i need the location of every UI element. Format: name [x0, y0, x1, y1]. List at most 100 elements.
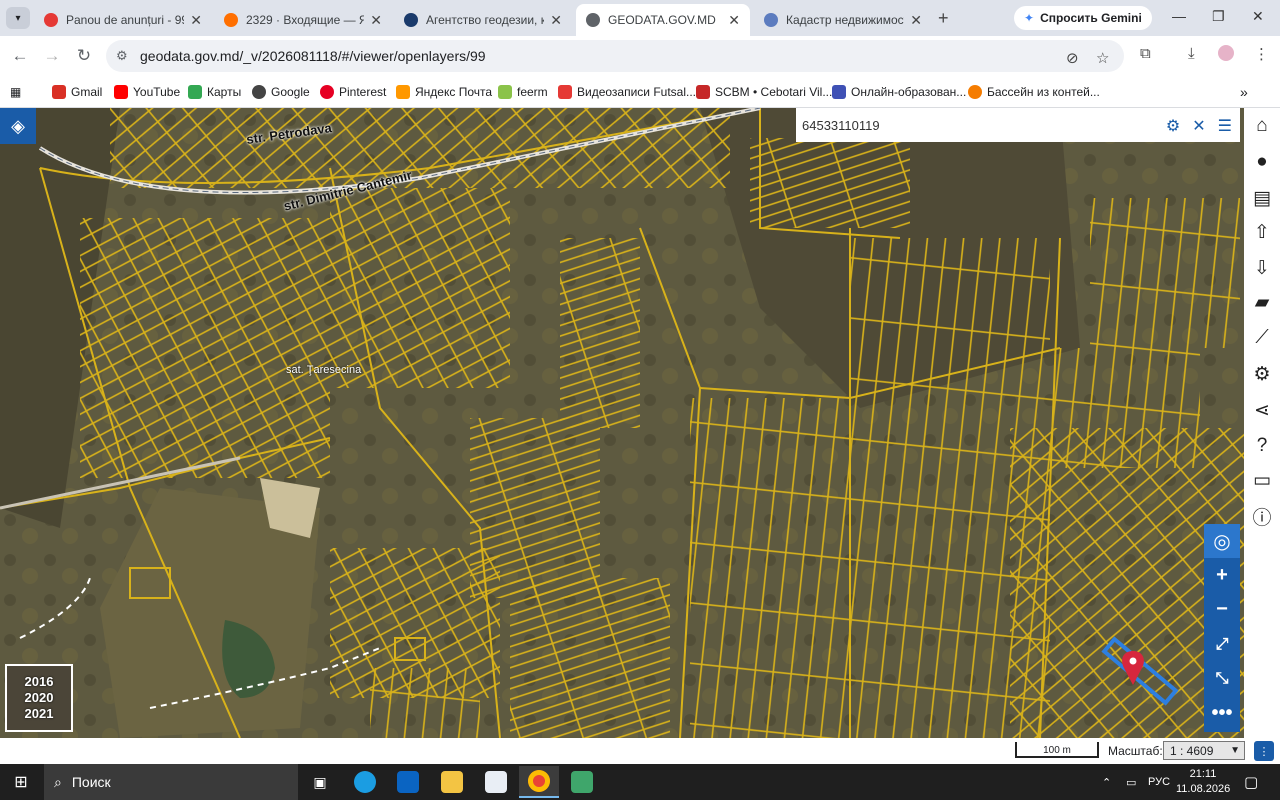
youtube-icon: [114, 85, 128, 99]
bookmark-pool[interactable]: Бассейн из контей...: [968, 82, 1100, 102]
bookmark-feerm[interactable]: feerm: [498, 82, 548, 102]
maps-icon: [188, 85, 202, 99]
gemini-sparkle-icon: ✦: [1024, 11, 1035, 25]
task-view-icon[interactable]: ▣: [300, 766, 340, 798]
minimize-button[interactable]: —: [1172, 8, 1186, 24]
download-icon[interactable]: ⇩: [1250, 256, 1274, 280]
apps-icon[interactable]: ▦: [10, 82, 21, 102]
close-icon[interactable]: ✕: [550, 12, 562, 29]
share-icon[interactable]: ⋖: [1250, 398, 1274, 422]
upload-icon[interactable]: ⇧: [1250, 220, 1274, 244]
layers-button[interactable]: ◈: [0, 108, 36, 144]
search-input[interactable]: 64533110119: [802, 118, 880, 133]
clock[interactable]: 21:11 11.08.2026: [1176, 767, 1230, 797]
print-icon[interactable]: ▤: [1250, 186, 1274, 210]
download-icon[interactable]: ⤓: [1188, 45, 1195, 62]
menu-icon[interactable]: ⋮: [1254, 45, 1269, 63]
bookmark-futsal[interactable]: Видеозаписи Futsal...: [558, 82, 696, 102]
bookmark-google[interactable]: Google: [252, 82, 310, 102]
user-icon[interactable]: ●: [1250, 150, 1274, 174]
bookmark-label: Google: [271, 85, 310, 99]
chrome-icon[interactable]: [519, 766, 559, 798]
map-canvas[interactable]: [0, 108, 1280, 738]
profile-avatar[interactable]: [1218, 45, 1234, 61]
bookmark-maps[interactable]: Карты: [188, 82, 241, 102]
restore-button[interactable]: ❐: [1212, 8, 1225, 25]
fullscreen-icon[interactable]: ⤢: [1204, 628, 1240, 662]
tab-search-button[interactable]: ▾: [6, 7, 30, 29]
folder-icon[interactable]: ▰: [1250, 290, 1274, 314]
bookmark-scbm[interactable]: SCBM • Cebotari Vil...: [696, 82, 832, 102]
bookmark-star-icon[interactable]: ☆: [1096, 49, 1109, 67]
chevron-double-right-icon[interactable]: »: [1240, 82, 1248, 102]
status-menu-button[interactable]: ⋮: [1254, 741, 1274, 761]
ruler-icon[interactable]: ⟋: [1250, 326, 1274, 350]
gemini-button[interactable]: ✦ Спросить Gemini: [1014, 6, 1152, 30]
bookmark-label: Онлайн-образован...: [851, 85, 967, 99]
bookmark-yandex-mail[interactable]: Яндекс Почта: [396, 82, 492, 102]
new-tab-button[interactable]: +: [938, 8, 949, 29]
location-blocked-icon[interactable]: ⊘: [1066, 49, 1079, 67]
cadastral-search[interactable]: 64533110119 ⚙ ✕ ☰: [796, 108, 1240, 142]
expand-icon[interactable]: ⤡: [1204, 662, 1240, 696]
windows-start-icon[interactable]: ⊞: [0, 764, 42, 800]
reload-button[interactable]: ↻: [72, 44, 96, 68]
book-icon[interactable]: ▭: [1250, 468, 1274, 492]
close-icon[interactable]: ✕: [190, 12, 202, 29]
settings-icon[interactable]: ⚙: [1250, 362, 1274, 386]
more-icon[interactable]: •••: [1204, 696, 1240, 730]
tab-geodesy-agency[interactable]: Агентство геодезии, кар ✕: [394, 4, 572, 36]
edge-icon[interactable]: [345, 766, 385, 798]
address-bar[interactable]: ⚙ geodata.gov.md/_v/2026081118/#/viewer/…: [106, 40, 1124, 72]
bookmark-youtube[interactable]: YouTube: [114, 82, 180, 102]
bookmark-online-education[interactable]: Онлайн-образован...: [832, 82, 966, 102]
network-icon[interactable]: ▭: [1126, 764, 1136, 800]
bookmarks-bar: ▦ Gmail YouTube Карты Google Pinterest Я…: [0, 76, 1280, 108]
google-icon: [252, 85, 266, 99]
close-icon[interactable]: ✕: [728, 12, 740, 29]
bookmark-gmail[interactable]: Gmail: [52, 82, 102, 102]
scale-select[interactable]: 1 : 4609 ▼: [1163, 741, 1245, 760]
tab-title: Panou de anunțuri - 999: [66, 13, 185, 27]
scale-bar: 100 m: [1015, 742, 1099, 758]
year-label: 2021: [24, 706, 54, 721]
clear-search-icon[interactable]: ✕: [1192, 116, 1205, 136]
map-viewer[interactable]: str. Petrodava str. Dimitrie Cantemir sa…: [0, 108, 1280, 738]
close-icon[interactable]: ✕: [910, 12, 922, 29]
zoom-in-icon[interactable]: +: [1204, 558, 1240, 592]
tab-favicon-icon: [44, 13, 58, 27]
tray-chevron-icon[interactable]: ⌃: [1102, 764, 1111, 800]
outlook-icon[interactable]: [388, 766, 428, 798]
home-icon[interactable]: ⌂: [1250, 114, 1274, 138]
extensions-icon[interactable]: ⧉: [1140, 45, 1151, 62]
tab-favicon-icon: [404, 13, 418, 27]
close-icon[interactable]: ✕: [370, 12, 382, 29]
help-icon[interactable]: ?: [1250, 434, 1274, 458]
taskbar-search[interactable]: ⌕ Поиск: [44, 764, 298, 800]
tab-title: Агентство геодезии, кар: [426, 13, 545, 27]
locate-icon[interactable]: ◎: [1204, 524, 1240, 558]
forward-button[interactable]: →: [40, 44, 64, 68]
zoom-out-icon[interactable]: −: [1204, 592, 1240, 626]
file-explorer-icon[interactable]: [432, 766, 472, 798]
store-icon[interactable]: [476, 766, 516, 798]
tab-yandex-mail[interactable]: 2329 · Входящие — Янд ✕: [214, 4, 392, 36]
notification-icon[interactable]: ▢: [1244, 764, 1258, 800]
parcel-block-residential: [80, 218, 330, 478]
tab-999[interactable]: Panou de anunțuri - 999 ✕: [34, 4, 212, 36]
tab-cadastre[interactable]: Кадастр недвижимости ✕: [754, 4, 932, 36]
bookmark-label: Яндекс Почта: [415, 85, 493, 99]
tab-geodata[interactable]: GEODATA.GOV.MD ✕: [576, 4, 750, 36]
pinterest-icon: [320, 85, 334, 99]
back-button[interactable]: ←: [8, 44, 32, 68]
imagery-year-selector[interactable]: 2016 2020 2021: [5, 664, 73, 732]
scale-label: Масштаб:: [1108, 744, 1163, 758]
site-settings-icon[interactable]: ⚙: [116, 48, 128, 64]
info-icon[interactable]: ⓘ: [1250, 504, 1274, 529]
search-settings-icon[interactable]: ⚙: [1166, 116, 1180, 136]
hamburger-menu-icon[interactable]: ☰: [1218, 116, 1232, 136]
bookmark-pinterest[interactable]: Pinterest: [320, 82, 386, 102]
close-window-button[interactable]: ✕: [1252, 8, 1264, 25]
map-app-icon[interactable]: [562, 766, 602, 798]
language-indicator[interactable]: РУС: [1148, 764, 1170, 800]
